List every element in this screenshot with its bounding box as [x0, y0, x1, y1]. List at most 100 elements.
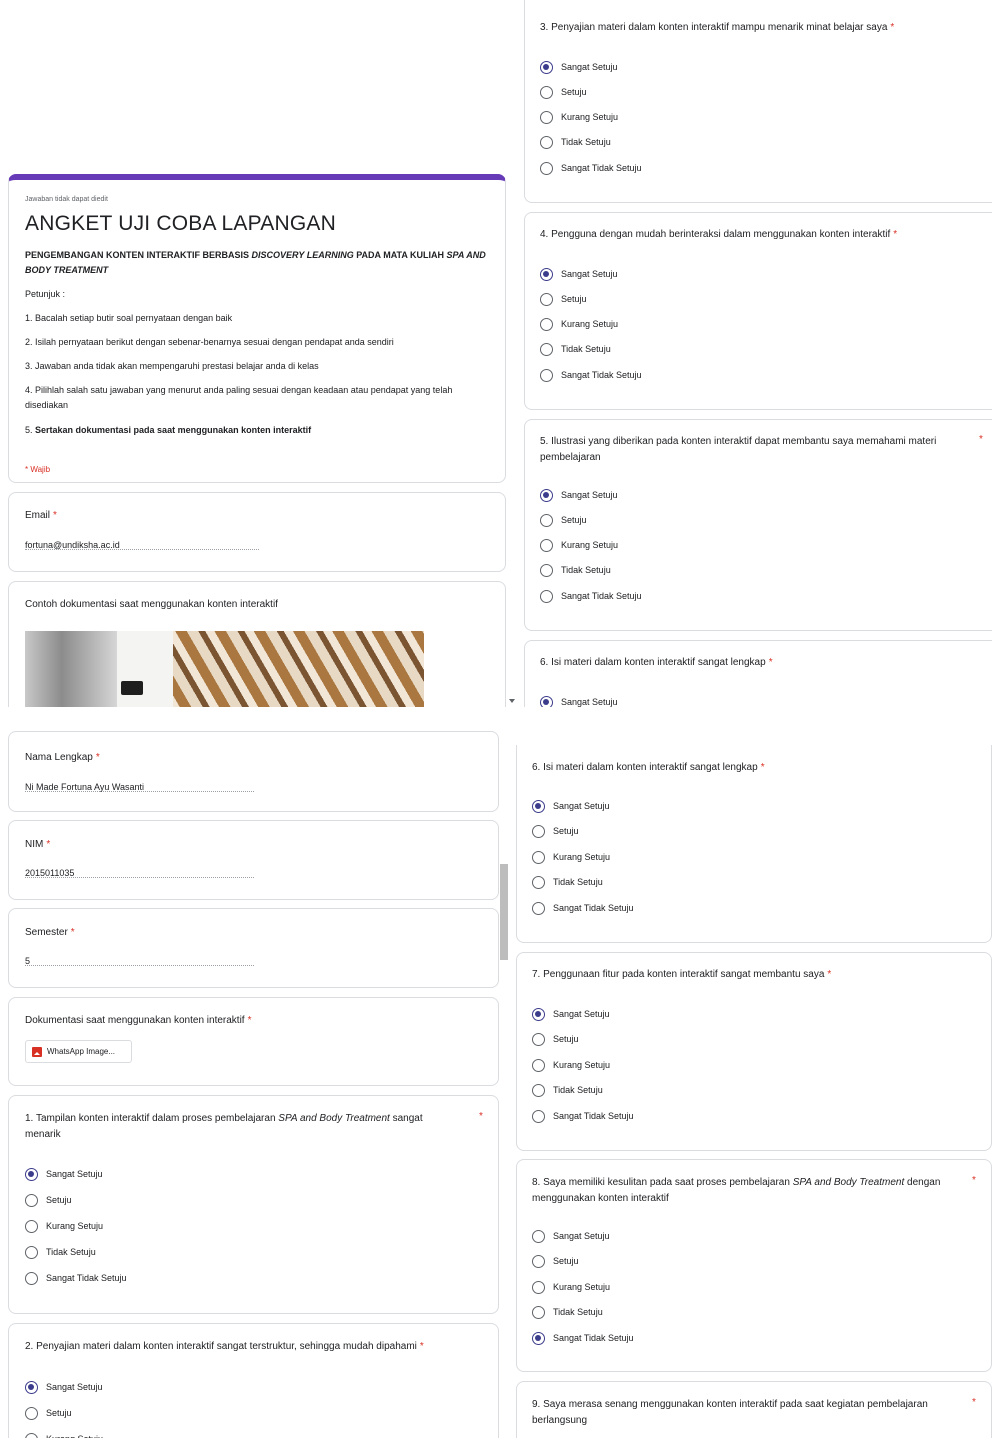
- radio-icon[interactable]: [540, 161, 553, 175]
- nama-field[interactable]: Ni Made Fortuna Ayu Wasanti: [25, 777, 254, 792]
- semester-card: Semester * 5: [8, 908, 499, 988]
- q7-option-sangat-tidak-setuju[interactable]: Sangat Tidak Setuju: [532, 1108, 634, 1124]
- radio-icon[interactable]: [540, 135, 553, 149]
- q2-option-sangat-setuju[interactable]: Sangat Setuju: [25, 1379, 103, 1395]
- radio-icon[interactable]: [540, 513, 553, 527]
- q4-option-kurang-setuju[interactable]: Kurang Setuju: [540, 316, 618, 332]
- radio-icon[interactable]: [25, 1380, 38, 1394]
- radio-icon[interactable]: [532, 1109, 545, 1123]
- radio-icon[interactable]: [540, 292, 553, 306]
- q5-option-tidak-setuju[interactable]: Tidak Setuju: [540, 562, 611, 578]
- question-8-card: 8. Saya memiliki kesulitan pada saat pro…: [516, 1159, 992, 1372]
- radio-icon[interactable]: [532, 1058, 545, 1072]
- q1-option-kurang-setuju[interactable]: Kurang Setuju: [25, 1218, 103, 1234]
- q3-option-tidak-setuju[interactable]: Tidak Setuju: [540, 134, 611, 150]
- radio-icon[interactable]: [540, 368, 553, 382]
- scroll-down-arrow-icon[interactable]: [509, 699, 515, 703]
- radio-icon[interactable]: [532, 1229, 545, 1243]
- email-field[interactable]: fortuna@undiksha.ac.id: [25, 535, 259, 550]
- radio-icon[interactable]: [532, 850, 545, 864]
- radio-icon[interactable]: [25, 1193, 38, 1207]
- radio-icon[interactable]: [540, 60, 553, 74]
- question-6-text: 6. Isi materi dalam konten interaktif sa…: [540, 657, 773, 668]
- instruction-3: 3. Jawaban anda tidak akan mempengaruhi …: [25, 361, 319, 371]
- radio-icon[interactable]: [532, 1254, 545, 1268]
- radio-icon[interactable]: [532, 824, 545, 838]
- q5-option-sangat-tidak-setuju[interactable]: Sangat Tidak Setuju: [540, 588, 642, 604]
- form-header-card: Jawaban tidak dapat diedit ANGKET UJI CO…: [8, 174, 506, 483]
- q7-option-kurang-setuju[interactable]: Kurang Setuju: [532, 1057, 610, 1073]
- q8-option-sangat-setuju[interactable]: Sangat Setuju: [532, 1228, 610, 1244]
- q4-option-tidak-setuju[interactable]: Tidak Setuju: [540, 341, 611, 357]
- q3-option-setuju[interactable]: Setuju: [540, 84, 587, 100]
- question-6-card-partial: 6. Isi materi dalam konten interaktif sa…: [524, 640, 992, 707]
- radio-icon[interactable]: [532, 1331, 545, 1345]
- radio-icon[interactable]: [540, 342, 553, 356]
- radio-icon[interactable]: [532, 799, 545, 813]
- required-note: * Wajib: [25, 465, 51, 474]
- q1-option-sangat-tidak-setuju[interactable]: Sangat Tidak Setuju: [25, 1270, 127, 1286]
- q7-option-setuju[interactable]: Setuju: [532, 1031, 579, 1047]
- q5-option-kurang-setuju[interactable]: Kurang Setuju: [540, 537, 618, 553]
- radio-icon[interactable]: [540, 589, 553, 603]
- q8-option-tidak-setuju[interactable]: Tidak Setuju: [532, 1304, 603, 1320]
- q6-option-sangat-tidak-setuju[interactable]: Sangat Tidak Setuju: [532, 900, 634, 916]
- radio-icon[interactable]: [540, 538, 553, 552]
- q3-option-sangat-setuju[interactable]: Sangat Setuju: [540, 59, 618, 75]
- radio-icon[interactable]: [532, 901, 545, 915]
- radio-icon[interactable]: [25, 1167, 38, 1181]
- q1-option-tidak-setuju[interactable]: Tidak Setuju: [25, 1244, 96, 1260]
- q3-option-kurang-setuju[interactable]: Kurang Setuju: [540, 109, 618, 125]
- file-name: WhatsApp Image...: [47, 1047, 116, 1056]
- q7-option-tidak-setuju[interactable]: Tidak Setuju: [532, 1082, 603, 1098]
- bottom-right-panel: 6. Isi materi dalam konten interaktif sa…: [514, 745, 992, 1438]
- scrollbar-thumb[interactable]: [500, 864, 508, 960]
- radio-icon[interactable]: [532, 1083, 545, 1097]
- q1-option-setuju[interactable]: Setuju: [25, 1192, 72, 1208]
- q4-option-sangat-setuju[interactable]: Sangat Setuju: [540, 266, 618, 282]
- q8-option-setuju[interactable]: Setuju: [532, 1253, 579, 1269]
- question-7-text: 7. Penggunaan fitur pada konten interakt…: [532, 969, 832, 980]
- radio-icon[interactable]: [25, 1219, 38, 1233]
- question-9-text: 9. Saya merasa senang menggunakan konten…: [532, 1399, 928, 1426]
- instruction-5: 5. Sertakan dokumentasi pada saat menggu…: [25, 425, 312, 435]
- nim-label: NIM *: [25, 839, 51, 850]
- q3-option-sangat-tidak-setuju[interactable]: Sangat Tidak Setuju: [540, 160, 642, 176]
- radio-icon[interactable]: [540, 317, 553, 331]
- question-2-card-partial: 2. Penyajian materi dalam konten interak…: [8, 1323, 499, 1438]
- q8-option-kurang-setuju[interactable]: Kurang Setuju: [532, 1279, 610, 1295]
- required-star: *: [972, 1175, 976, 1186]
- q7-option-sangat-setuju[interactable]: Sangat Setuju: [532, 1006, 610, 1022]
- q6-option-sangat-setuju[interactable]: Sangat Setuju: [540, 694, 618, 707]
- nim-field[interactable]: 2015011035: [25, 863, 254, 878]
- q1-option-sangat-setuju[interactable]: Sangat Setuju: [25, 1166, 103, 1182]
- q8-option-sangat-tidak-setuju[interactable]: Sangat Tidak Setuju: [532, 1330, 634, 1346]
- radio-icon[interactable]: [540, 267, 553, 281]
- semester-field[interactable]: 5: [25, 951, 254, 966]
- q5-option-sangat-setuju[interactable]: Sangat Setuju: [540, 487, 618, 503]
- radio-icon[interactable]: [532, 1305, 545, 1319]
- radio-icon[interactable]: [532, 1007, 545, 1021]
- q6-option-sangat-setuju[interactable]: Sangat Setuju: [532, 798, 610, 814]
- q4-option-sangat-tidak-setuju[interactable]: Sangat Tidak Setuju: [540, 367, 642, 383]
- radio-icon[interactable]: [532, 875, 545, 889]
- q5-option-setuju[interactable]: Setuju: [540, 512, 587, 528]
- q6-option-kurang-setuju[interactable]: Kurang Setuju: [532, 849, 610, 865]
- radio-icon[interactable]: [540, 110, 553, 124]
- q2-option-kurang-setuju[interactable]: Kurang Setuju: [25, 1431, 103, 1438]
- q6-option-tidak-setuju[interactable]: Tidak Setuju: [532, 874, 603, 890]
- q6-option-setuju[interactable]: Setuju: [532, 823, 579, 839]
- radio-icon[interactable]: [25, 1406, 38, 1420]
- radio-icon[interactable]: [540, 695, 553, 707]
- radio-icon[interactable]: [532, 1032, 545, 1046]
- radio-icon[interactable]: [25, 1271, 38, 1285]
- radio-icon[interactable]: [25, 1245, 38, 1259]
- radio-icon[interactable]: [540, 85, 553, 99]
- file-chip[interactable]: WhatsApp Image...: [25, 1040, 132, 1063]
- q4-option-setuju[interactable]: Setuju: [540, 291, 587, 307]
- radio-icon[interactable]: [25, 1432, 38, 1438]
- q2-option-setuju[interactable]: Setuju: [25, 1405, 72, 1421]
- radio-icon[interactable]: [540, 488, 553, 502]
- radio-icon[interactable]: [532, 1280, 545, 1294]
- radio-icon[interactable]: [540, 563, 553, 577]
